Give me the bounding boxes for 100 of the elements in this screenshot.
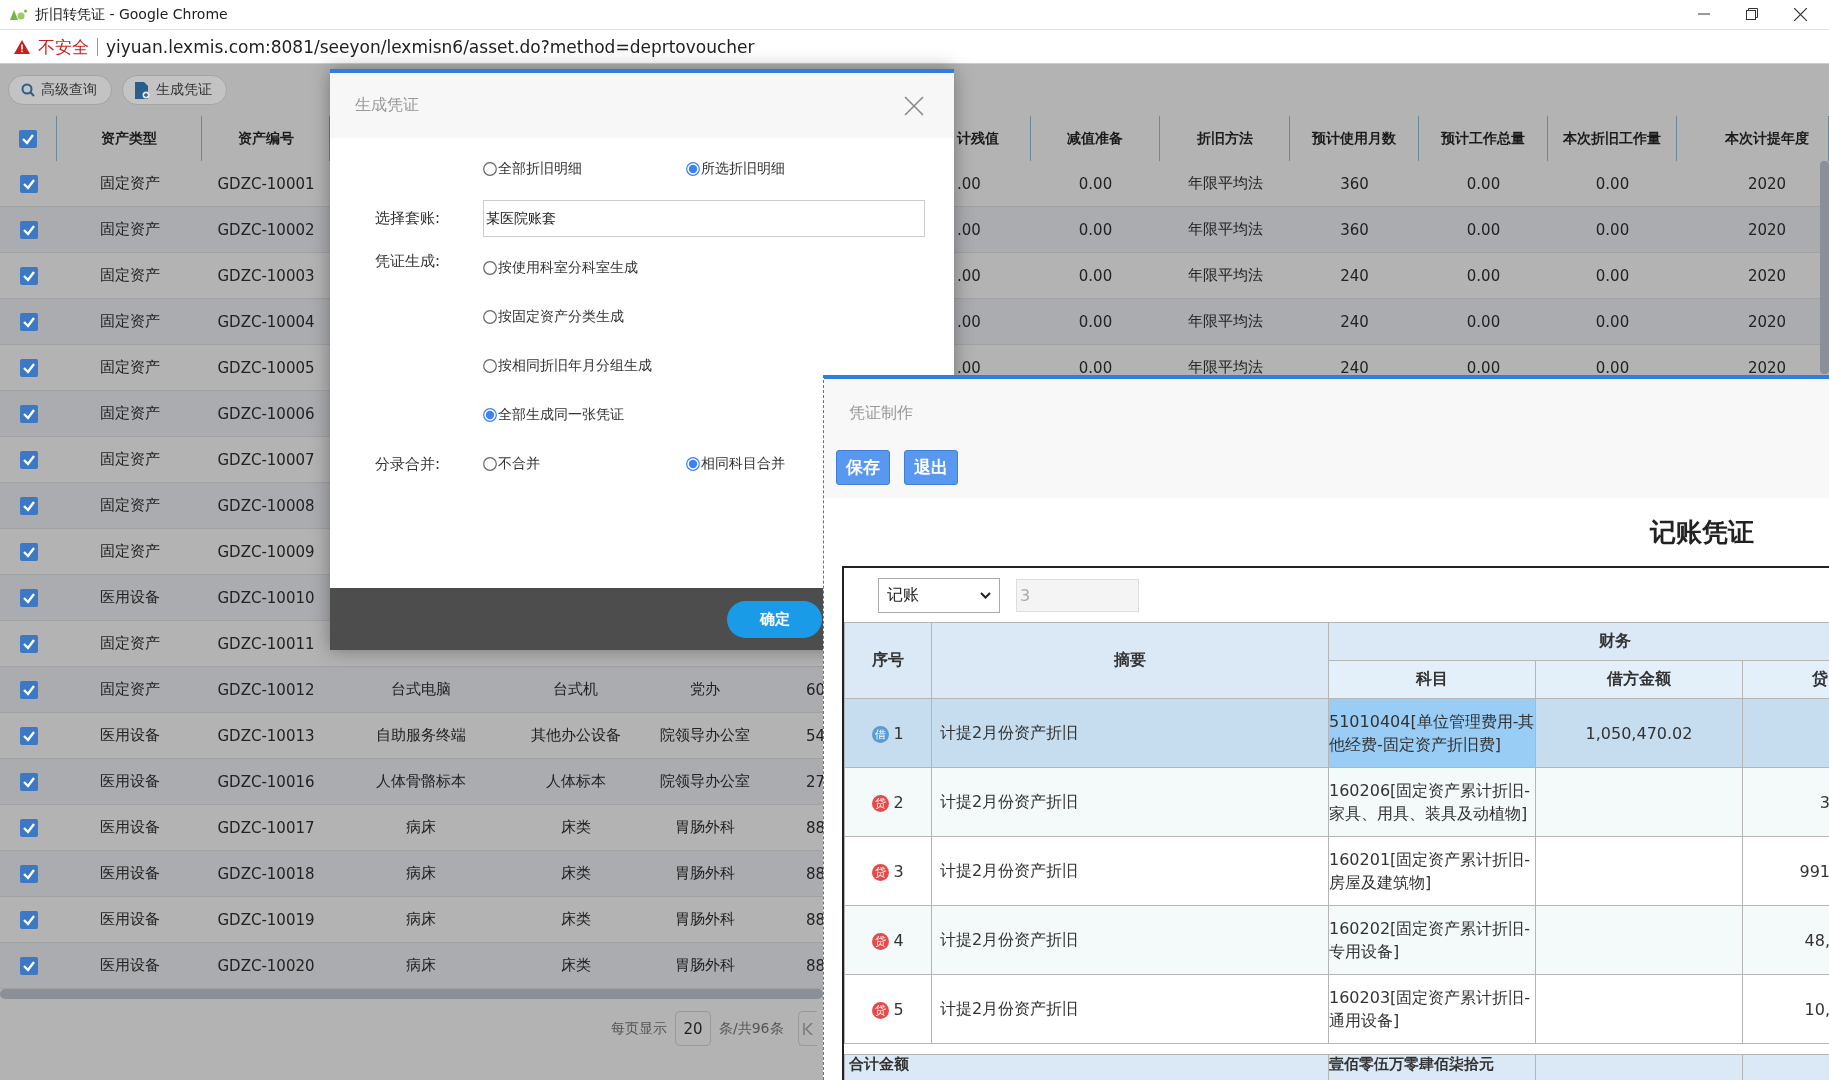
voucher-type-select[interactable]: 记账 <box>878 577 1000 613</box>
checkbox[interactable] <box>19 818 38 837</box>
table-row[interactable]: 贷 5 计提2月份资产折旧 160203[固定资产累计折旧-通用设备] 10, <box>844 974 1829 1044</box>
table-cell: 991 <box>1799 861 1829 881</box>
column-header[interactable]: 预计使用月数 <box>1312 129 1396 148</box>
table-cell: 医用设备 <box>99 726 160 745</box>
radio-icon[interactable] <box>686 161 700 176</box>
table-cell: 0.00 <box>1078 358 1113 377</box>
radio-option[interactable]: 全部折旧明细 <box>483 159 582 178</box>
checkbox[interactable] <box>19 726 38 745</box>
radio-option[interactable]: 按相同折旧年月分组生成 <box>483 357 652 375</box>
table-cell: 固定资产 <box>99 496 160 515</box>
table-cell: 固定资产 <box>99 220 160 239</box>
checkbox[interactable] <box>19 680 38 699</box>
url-text[interactable]: yiyuan.lexmis.com:8081/seeyon/lexmisn6/asset.do?method=deprtovoucher <box>98 36 755 57</box>
table-cell: 医用设备 <box>99 588 160 607</box>
table-cell: 240 <box>1340 312 1369 331</box>
column-header[interactable]: 预计工作总量 <box>1441 129 1525 148</box>
table-cell: 360 <box>1340 220 1369 239</box>
column-header[interactable]: 折旧方法 <box>1196 129 1253 148</box>
page-size-field[interactable]: 20 <box>675 1011 711 1046</box>
table-cell: 固定资产 <box>99 450 160 469</box>
radio-option[interactable]: 全部生成同一张凭证 <box>483 406 624 424</box>
checkbox[interactable] <box>19 634 38 653</box>
column-header: 摘要 <box>1114 650 1146 669</box>
checkbox[interactable] <box>19 772 38 791</box>
table-cell: GDZC-10009 <box>217 542 315 561</box>
toolbar-button[interactable]: 生成凭证 <box>122 75 227 105</box>
direction-badge: 贷 <box>872 1001 890 1019</box>
checkbox[interactable] <box>19 496 38 515</box>
radio-icon[interactable] <box>483 359 497 373</box>
radio-option[interactable]: 相同科目合并 <box>686 454 785 473</box>
table-cell: GDZC-10001 <box>217 174 315 193</box>
table-cell: 人体骨骼标本 <box>375 772 466 791</box>
total-count: 条/共96条 <box>719 1019 784 1038</box>
table-cell: 固定资产 <box>99 174 160 193</box>
radio-option[interactable]: 所选折旧明细 <box>686 159 785 178</box>
table-cell: 胃肠外科 <box>674 910 735 929</box>
checkbox[interactable] <box>19 910 38 929</box>
radio-icon[interactable] <box>483 161 497 176</box>
table-cell: 2020 <box>1747 358 1787 377</box>
column-header[interactable]: 本次计提年度 <box>1724 129 1809 148</box>
direction-badge: 贷 <box>872 794 890 812</box>
table-row[interactable]: 贷 2 计提2月份资产折旧 160206[固定资产累计折旧-家具、用具、装具及动植物] 3 <box>844 767 1829 837</box>
table-cell: 0.00 <box>1466 312 1501 331</box>
radio-icon[interactable] <box>483 408 497 422</box>
checkbox[interactable] <box>19 174 38 193</box>
table-cell: GDZC-10017 <box>217 818 315 837</box>
radio-icon[interactable] <box>483 310 497 324</box>
table-cell: 固定资产 <box>99 542 160 561</box>
checkbox[interactable] <box>19 450 38 469</box>
scrollbar[interactable] <box>0 989 823 999</box>
table-cell: 0.00 <box>1466 358 1501 377</box>
toolbar-button[interactable]: 高级查询 <box>8 75 112 105</box>
column-header[interactable]: 本次折旧工作量 <box>1563 129 1661 148</box>
column-header[interactable]: 资产类型 <box>101 129 157 148</box>
restore-icon[interactable] <box>1746 8 1758 20</box>
table-cell: .00 <box>957 312 981 331</box>
table-cell: 院领导办公室 <box>659 726 750 745</box>
table-cell: 2020 <box>1747 266 1787 285</box>
radio-option[interactable]: 不合并 <box>483 454 540 473</box>
radio-icon[interactable] <box>483 261 497 275</box>
checkbox[interactable] <box>19 542 38 561</box>
table-cell: GDZC-10005 <box>217 358 315 377</box>
ledger-field[interactable]: 某医院账套 <box>483 200 925 237</box>
table-cell: 3 <box>1819 792 1829 812</box>
checkbox[interactable] <box>19 220 38 239</box>
column-header[interactable]: 计残值 <box>957 129 999 148</box>
window-title: 折旧转凭证 - Google Chrome <box>35 5 228 24</box>
table-cell: 床类 <box>560 956 591 975</box>
column-header[interactable]: 资产编号 <box>237 129 294 148</box>
close-icon[interactable] <box>1794 8 1807 21</box>
table-cell: GDZC-10020 <box>217 956 315 975</box>
table-cell: 27 <box>806 772 826 791</box>
checkbox[interactable] <box>19 358 38 377</box>
security-label[interactable]: 不安全 <box>38 37 98 56</box>
table-cell: 固定资产 <box>99 404 160 423</box>
checkbox[interactable] <box>19 864 38 883</box>
table-cell: 计提2月份资产折旧 <box>940 791 1079 811</box>
search-icon <box>21 83 35 97</box>
checkbox[interactable] <box>19 312 38 331</box>
table-row[interactable]: 贷 3 计提2月份资产折旧 160201[固定资产累计折旧-房屋及建筑物] 991 <box>844 836 1829 906</box>
radio-icon[interactable] <box>483 456 497 471</box>
table-cell: 医用设备 <box>99 956 160 975</box>
column-header: 借方金额 <box>1607 669 1671 688</box>
table-row[interactable]: 借 1 计提2月份资产折旧 51010404[单位管理费用-其他经费-固定资产折旧费] 1,050,470.02 <box>844 698 1829 768</box>
checkbox[interactable] <box>19 129 37 148</box>
checkbox[interactable] <box>19 956 38 975</box>
column-header[interactable]: 减值准备 <box>1067 129 1123 148</box>
warning-icon[interactable] <box>14 39 30 54</box>
radio-option[interactable]: 按使用科室分科室生成 <box>483 259 638 277</box>
table-cell: 固定资产 <box>99 680 160 699</box>
checkbox[interactable] <box>19 404 38 423</box>
checkbox[interactable] <box>19 588 38 607</box>
table-cell: GDZC-10003 <box>217 266 315 285</box>
scrollbar[interactable] <box>1820 161 1829 374</box>
checkbox[interactable] <box>19 266 38 285</box>
radio-icon[interactable] <box>686 456 700 471</box>
table-row[interactable]: 贷 4 计提2月份资产折旧 160202[固定资产累计折旧-专用设备] 48, <box>844 905 1829 975</box>
radio-option[interactable]: 按固定资产分类生成 <box>483 308 624 326</box>
